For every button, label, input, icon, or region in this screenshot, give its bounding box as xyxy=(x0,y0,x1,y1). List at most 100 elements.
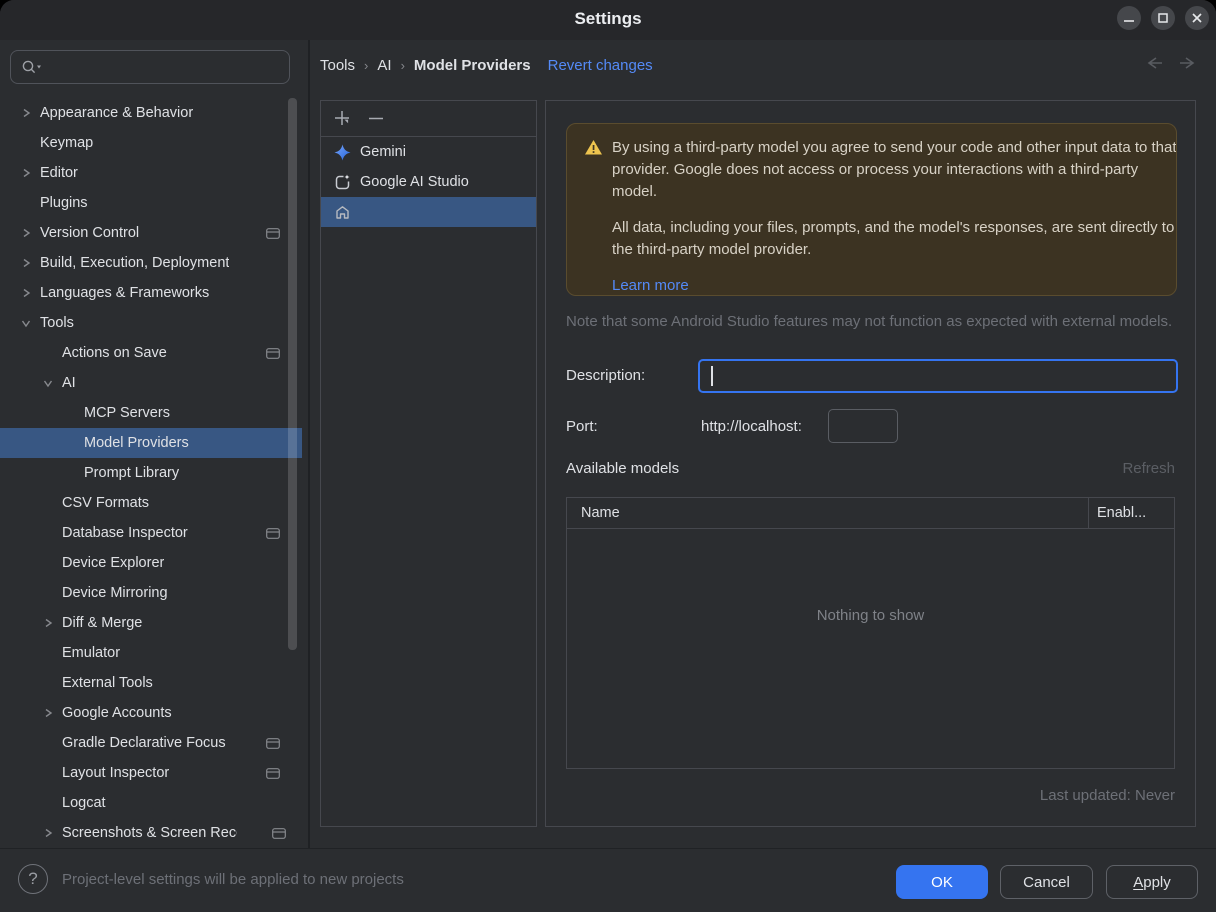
close-icon xyxy=(1192,13,1202,23)
back-button[interactable] xyxy=(1142,54,1164,77)
apply-button[interactable]: Apply xyxy=(1106,865,1198,899)
ok-button[interactable]: OK xyxy=(896,865,988,899)
sidebar-item-appearance-behavior[interactable]: Appearance & Behavior xyxy=(0,98,302,128)
window-icon xyxy=(266,767,280,779)
add-provider-button[interactable] xyxy=(333,109,353,129)
footer-hint-text: Project-level settings will be applied t… xyxy=(62,871,404,888)
description-label: Description: xyxy=(566,367,646,384)
minimize-button[interactable] xyxy=(1117,6,1141,30)
close-button[interactable] xyxy=(1185,6,1209,30)
provider-row-new[interactable] xyxy=(321,197,536,227)
window-icon xyxy=(266,347,280,359)
maximize-icon xyxy=(1158,13,1168,23)
chevron-right-icon xyxy=(12,107,40,119)
sidebar-item-diff-merge[interactable]: Diff & Merge xyxy=(0,608,302,638)
sidebar-item-build-execution-deployment[interactable]: Build, Execution, Deployment xyxy=(0,248,302,278)
warning-paragraph-2: All data, including your files, prompts,… xyxy=(612,219,1175,258)
sidebar-item-mcp-servers[interactable]: MCP Servers xyxy=(0,398,302,428)
sidebar-scrollbar[interactable] xyxy=(288,98,297,650)
search-input[interactable] xyxy=(10,50,290,84)
gemini-icon xyxy=(334,144,351,160)
chevron-right-icon xyxy=(12,167,40,179)
providers-list-panel: Gemini Google AI Studio xyxy=(320,100,537,827)
column-header-name[interactable]: Name xyxy=(567,505,1088,521)
localhost-prefix: http://localhost: xyxy=(701,418,802,435)
breadcrumb-ai[interactable]: AI xyxy=(377,57,391,74)
sidebar-item-prompt-library[interactable]: Prompt Library xyxy=(0,458,302,488)
available-models-label: Available models xyxy=(566,460,680,477)
providers-toolbar xyxy=(321,101,536,137)
chevron-right-icon xyxy=(12,287,40,299)
text-caret xyxy=(711,366,713,386)
sidebar-item-languages-frameworks[interactable]: Languages & Frameworks xyxy=(0,278,302,308)
sidebar-item-logcat[interactable]: Logcat xyxy=(0,788,302,818)
question-mark-icon: ? xyxy=(28,869,38,888)
sidebar-item-csv-formats[interactable]: CSV Formats xyxy=(0,488,302,518)
external-models-note: Note that some Android Studio features m… xyxy=(566,313,1173,330)
learn-more-link[interactable]: Learn more xyxy=(612,277,689,294)
plus-icon xyxy=(335,110,349,125)
breadcrumb-model-providers: Model Providers xyxy=(413,56,531,74)
sidebar-item-layout-inspector[interactable]: Layout Inspector xyxy=(0,758,302,788)
chevron-right-icon xyxy=(34,617,62,629)
sidebar-item-editor[interactable]: Editor xyxy=(0,158,302,188)
breadcrumb-separator-icon: › xyxy=(364,57,369,73)
description-field[interactable] xyxy=(698,359,1178,393)
remove-provider-button[interactable] xyxy=(367,109,387,129)
empty-state-text: Nothing to show xyxy=(816,607,925,624)
forward-button[interactable] xyxy=(1178,54,1200,77)
search-icon xyxy=(22,60,41,74)
column-header-enabled[interactable]: Enabl... xyxy=(1089,505,1146,521)
sidebar-item-keymap[interactable]: Keymap xyxy=(0,128,302,158)
models-table-body: Nothing to show xyxy=(567,529,1174,769)
chevron-down-icon xyxy=(12,317,40,329)
chevron-right-icon xyxy=(12,257,40,269)
sidebar-item-external-tools[interactable]: External Tools xyxy=(0,668,302,698)
port-field[interactable] xyxy=(828,409,898,443)
minimize-icon xyxy=(1124,20,1134,22)
chevron-down-icon xyxy=(34,377,62,389)
breadcrumb: Tools › AI › Model Providers Revert chan… xyxy=(320,52,653,78)
sidebar-item-actions-on-save[interactable]: Actions on Save xyxy=(0,338,302,368)
cancel-button[interactable]: Cancel xyxy=(1000,865,1093,899)
models-table-header: Name Enabl... xyxy=(567,497,1174,529)
provider-row-google-ai-studio[interactable]: Google AI Studio xyxy=(321,167,536,197)
warning-paragraph-1: By using a third-party model you agree t… xyxy=(612,139,1177,200)
window-icon xyxy=(266,737,280,749)
sidebar-item-device-mirroring[interactable]: Device Mirroring xyxy=(0,578,302,608)
sidebar-item-screenshots-screen-recording[interactable]: Screenshots & Screen Recordi xyxy=(0,818,302,848)
sidebar-item-database-inspector[interactable]: Database Inspector xyxy=(0,518,302,548)
sidebar-item-tools[interactable]: Tools xyxy=(0,308,302,338)
settings-sidebar: Appearance & Behavior Keymap Editor Plug… xyxy=(0,40,310,848)
window-title: Settings xyxy=(574,9,642,28)
home-icon xyxy=(336,205,349,219)
port-label: Port: xyxy=(566,418,598,435)
breadcrumb-tools[interactable]: Tools xyxy=(320,57,355,74)
window-icon xyxy=(266,227,280,239)
sidebar-item-device-explorer[interactable]: Device Explorer xyxy=(0,548,302,578)
sidebar-item-gradle-declarative-focus[interactable]: Gradle Declarative Focus xyxy=(0,728,302,758)
minus-icon xyxy=(369,117,383,119)
title-bar[interactable]: Settings xyxy=(0,0,1216,40)
maximize-button[interactable] xyxy=(1151,6,1175,30)
revert-changes-link[interactable]: Revert changes xyxy=(548,57,653,74)
models-table: Name Enabl... Nothing to show xyxy=(566,497,1175,769)
last-updated-label: Last updated: Never xyxy=(1039,787,1175,804)
refresh-button[interactable]: Refresh xyxy=(1122,460,1175,477)
chevron-right-icon xyxy=(12,227,40,239)
settings-tree: Appearance & Behavior Keymap Editor Plug… xyxy=(0,98,302,848)
provider-row-gemini[interactable]: Gemini xyxy=(321,137,536,167)
provider-settings-panel: By using a third-party model you agree t… xyxy=(545,100,1196,827)
window-icon xyxy=(266,527,280,539)
sidebar-item-ai[interactable]: AI xyxy=(0,368,302,398)
sidebar-item-plugins[interactable]: Plugins xyxy=(0,188,302,218)
sidebar-item-emulator[interactable]: Emulator xyxy=(0,638,302,668)
sidebar-item-google-accounts[interactable]: Google Accounts xyxy=(0,698,302,728)
help-button[interactable]: ? xyxy=(18,864,48,894)
sidebar-item-version-control[interactable]: Version Control xyxy=(0,218,302,248)
ai-studio-icon xyxy=(335,174,350,189)
warning-icon xyxy=(584,139,603,161)
sidebar-item-model-providers[interactable]: Model Providers xyxy=(0,428,302,458)
dialog-footer: ? Project-level settings will be applied… xyxy=(0,848,1216,912)
breadcrumb-separator-icon: › xyxy=(400,57,405,73)
